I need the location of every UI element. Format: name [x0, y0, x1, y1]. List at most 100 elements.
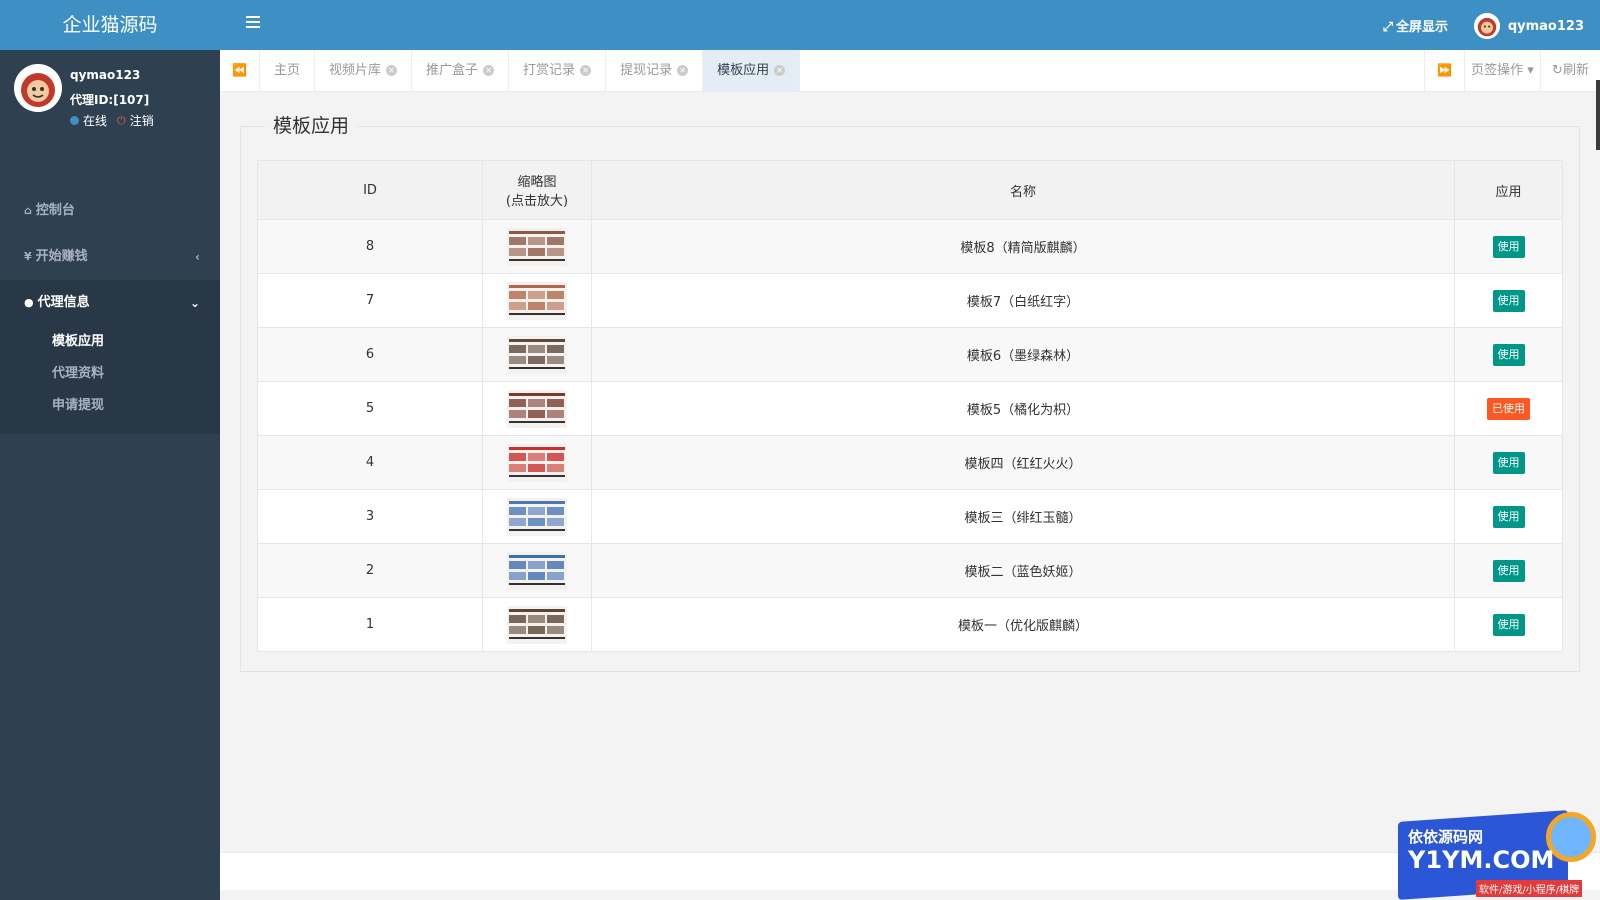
tab-video-library[interactable]: 视频片库 ✕ — [315, 50, 413, 91]
nav-dashboard[interactable]: ⌂ 控制台 — [0, 188, 220, 234]
template-thumbnail[interactable] — [507, 227, 567, 266]
online-label: 在线 — [83, 114, 108, 128]
use-button[interactable]: 使用 — [1492, 559, 1525, 582]
row-name: 模板8（精简版麒麟） — [591, 219, 1455, 274]
row-thumb-cell — [482, 327, 592, 382]
close-icon[interactable]: ✕ — [580, 65, 592, 76]
row-name: 模板四（红红火火） — [591, 435, 1455, 490]
row-thumb-cell — [482, 381, 592, 436]
tab-tip-records[interactable]: 打赏记录 ✕ — [509, 50, 607, 91]
watermark-line1: 依依源码网 — [1408, 828, 1484, 846]
nav-agent-info[interactable]: ● 代理信息 ⌄ — [0, 280, 220, 326]
top-bar: ⤢ 全屏显示 qymao123 — [220, 0, 1600, 50]
profile-agent-id: 代理ID:[107] — [70, 93, 150, 107]
nav-agent-group: ● 代理信息 ⌄ 模板应用 代理资料 申请提现 — [0, 280, 220, 434]
row-id: 8 — [257, 219, 483, 274]
row-name: 模板一（优化版麒麟） — [591, 597, 1455, 652]
nav-earn-label: 开始赚钱 — [35, 249, 88, 264]
use-button[interactable]: 使用 — [1492, 505, 1525, 528]
row-thumb-cell — [482, 435, 592, 490]
row-thumb-cell — [482, 489, 592, 544]
use-button[interactable]: 使用 — [1492, 235, 1525, 258]
tab-promo-box[interactable]: 推广盒子 ✕ — [412, 50, 510, 91]
template-thumbnail[interactable] — [507, 389, 567, 428]
tabs-bar: ⏪ 主页 视频片库 ✕ 推广盒子 ✕ 打赏记录 ✕ 提现记录 ✕ 模板应用 ✕ ⏩ 页签操… — [220, 50, 1600, 92]
monkey-avatar-icon — [14, 64, 62, 112]
col-id: ID — [257, 160, 483, 220]
watermark-line2: Y1YM.COM — [1408, 846, 1555, 874]
tab-template-apply[interactable]: 模板应用 ✕ — [703, 50, 801, 91]
tabs-backward-icon[interactable]: ⏪ — [220, 50, 260, 91]
row-id: 6 — [257, 327, 483, 382]
monkey-avatar-icon — [1473, 13, 1500, 39]
yen-icon: ¥ — [24, 250, 32, 263]
sub-item-agent-profile[interactable]: 代理资料 — [0, 358, 220, 390]
template-thumbnail[interactable] — [507, 281, 567, 320]
sidebar: 企业猫源码 qymao123 代理ID:[107] 在线 ⏻ 注销 ⌂ 控制台 ¥… — [0, 0, 220, 900]
template-thumbnail[interactable] — [507, 443, 567, 482]
sub-item-template[interactable]: 模板应用 — [0, 326, 220, 358]
table-row: 7 模板7（白纸红字） 使用 — [257, 273, 1563, 328]
online-dot-icon — [70, 116, 79, 125]
row-id: 3 — [257, 489, 483, 544]
used-button[interactable]: 已使用 — [1487, 397, 1530, 420]
col-thumb-note: (点击放大) — [505, 194, 569, 209]
close-icon[interactable]: ✕ — [483, 65, 495, 76]
tab-withdraw-records[interactable]: 提现记录 ✕ — [606, 50, 704, 91]
table-row: 8 模板8（精简版麒麟） 使用 — [257, 219, 1563, 274]
sub-item-withdraw[interactable]: 申请提现 — [0, 390, 220, 422]
tab-label: 打赏记录 — [523, 63, 576, 78]
close-icon[interactable]: ✕ — [774, 65, 786, 76]
panel-title: 模板应用 — [265, 111, 358, 138]
row-thumb-cell — [482, 219, 592, 274]
tab-ops-label: 页签操作 — [1471, 63, 1524, 78]
top-username: qymao123 — [1507, 18, 1584, 34]
nav-agent-info-label: 代理信息 — [37, 295, 90, 310]
expand-icon: ⤢ — [1382, 20, 1393, 35]
row-name: 模板二（蓝色妖姬） — [591, 543, 1455, 598]
nav-earn[interactable]: ¥ 开始赚钱 ‹ — [0, 234, 220, 280]
nav-dashboard-label: 控制台 — [35, 203, 75, 218]
refresh-label: 刷新 — [1562, 63, 1589, 78]
col-thumb-label: 缩略图 — [517, 175, 557, 190]
top-avatar — [1473, 13, 1500, 39]
use-button[interactable]: 使用 — [1492, 289, 1525, 312]
chevron-down-icon: ⌄ — [189, 296, 200, 310]
tab-home[interactable]: 主页 — [260, 50, 316, 91]
menu-toggle-icon[interactable] — [246, 16, 260, 31]
use-button[interactable]: 使用 — [1492, 343, 1525, 366]
scrollbar[interactable] — [1596, 80, 1600, 150]
top-user-menu[interactable]: qymao123 — [1473, 13, 1584, 39]
tab-label: 推广盒子 — [426, 63, 479, 78]
template-thumbnail[interactable] — [507, 551, 567, 590]
row-id: 2 — [257, 543, 483, 598]
row-apply-cell: 使用 — [1454, 219, 1563, 274]
logout-link[interactable]: 注销 — [130, 112, 154, 129]
row-apply-cell: 使用 — [1454, 543, 1563, 598]
col-apply: 应用 — [1454, 160, 1563, 220]
col-thumb: 缩略图 (点击放大) — [482, 160, 592, 220]
table-row: 3 模板三（绯红玉髓） 使用 — [257, 489, 1563, 544]
template-thumbnail[interactable] — [507, 497, 567, 536]
caret-down-icon: ▾ — [1523, 63, 1534, 78]
user-avatar[interactable] — [14, 64, 62, 112]
template-thumbnail[interactable] — [507, 335, 567, 374]
user-icon: ● — [24, 296, 34, 309]
fullscreen-button[interactable]: ⤢ 全屏显示 — [1383, 0, 1448, 55]
use-button[interactable]: 使用 — [1492, 613, 1525, 636]
row-name: 模板5（橘化为枳） — [591, 381, 1455, 436]
refresh-button[interactable]: ↻刷新 — [1540, 50, 1600, 91]
template-thumbnail[interactable] — [507, 605, 567, 644]
close-icon[interactable]: ✕ — [386, 65, 398, 76]
logout-icon[interactable]: ⏻ — [117, 114, 126, 128]
close-icon[interactable]: ✕ — [677, 65, 689, 76]
row-apply-cell: 使用 — [1454, 435, 1563, 490]
row-id: 4 — [257, 435, 483, 490]
row-id: 7 — [257, 273, 483, 328]
table-row: 4 模板四（红红火火） 使用 — [257, 435, 1563, 490]
tabs-forward-icon[interactable]: ⏩ — [1424, 50, 1464, 91]
tab-ops-dropdown[interactable]: 页签操作 ▾ — [1464, 50, 1540, 91]
profile-status: 在线 ⏻ 注销 — [70, 112, 154, 129]
use-button[interactable]: 使用 — [1492, 451, 1525, 474]
brand-logo[interactable]: 企业猫源码 — [0, 0, 220, 50]
